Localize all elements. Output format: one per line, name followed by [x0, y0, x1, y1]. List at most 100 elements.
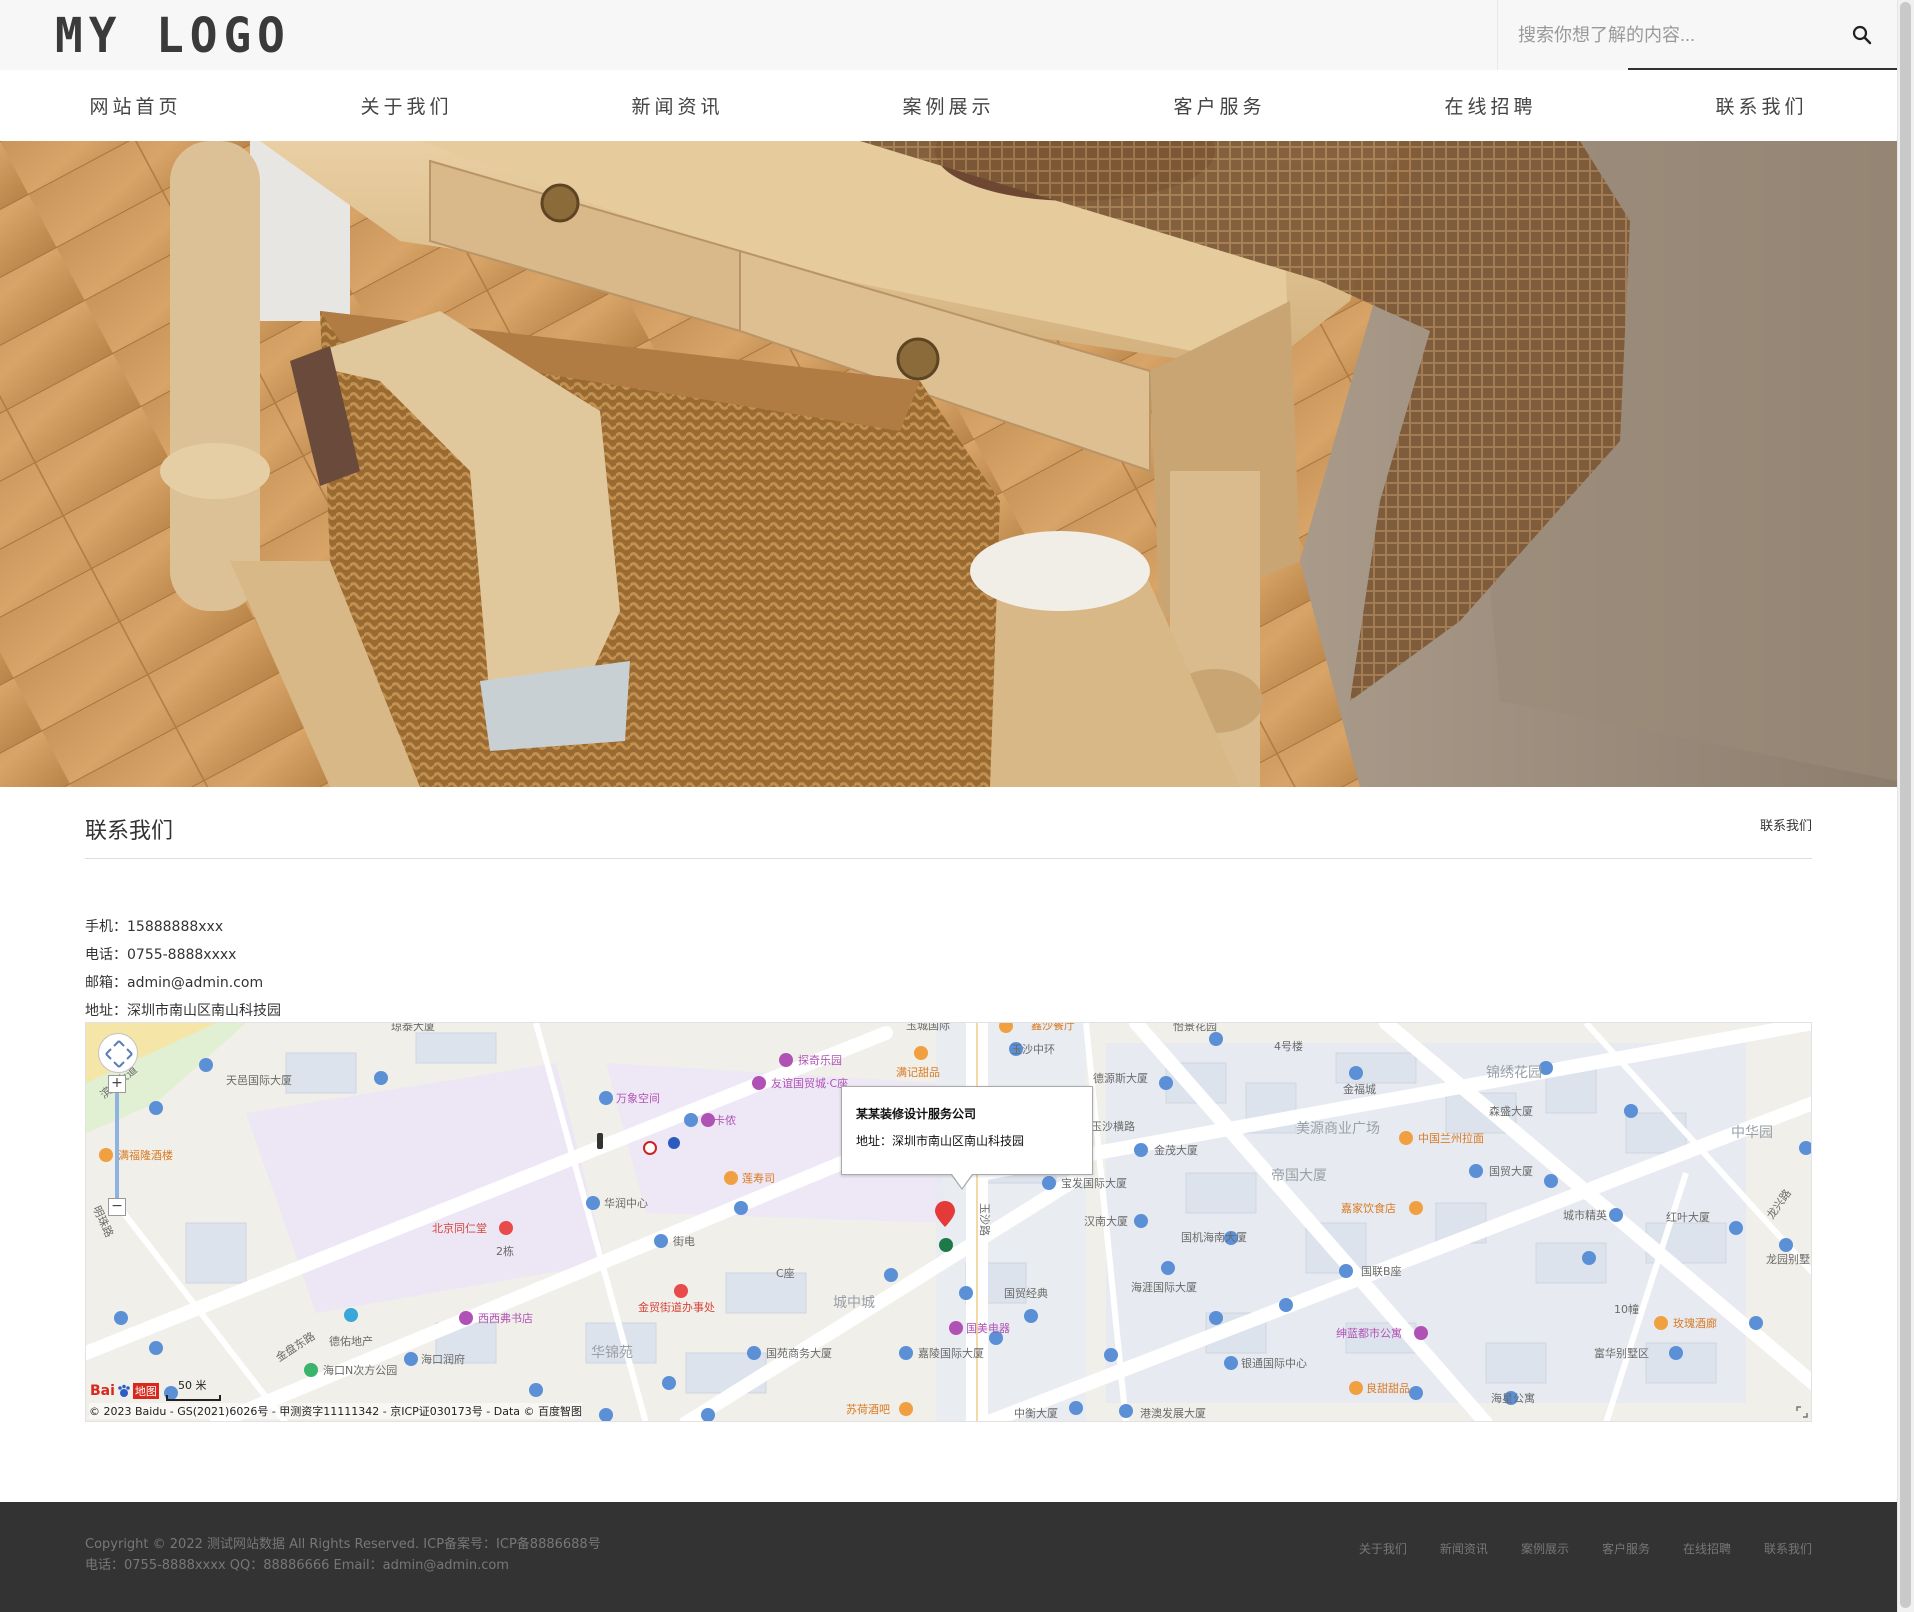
zoom-in-button[interactable]: + [108, 1075, 126, 1093]
paw-icon [118, 1384, 130, 1397]
map-label: 嘉陵国际大厦 [918, 1346, 984, 1360]
nav-item-service[interactable]: 客户服务 [1084, 70, 1355, 141]
map-label: 国机海南大厦 [1181, 1230, 1247, 1244]
popup-title: 某某装修设计服务公司 [856, 1107, 977, 1121]
search-button[interactable] [1827, 0, 1897, 70]
footer-nav: 关于我们 新闻资讯 案例展示 客户服务 在线招聘 联系我们 [1326, 1540, 1812, 1557]
map-label: 迪卡侬 [703, 1114, 736, 1127]
map-label: 森盛大厦 [1489, 1104, 1533, 1118]
footer: Copyright © 2022 测试网站数据 All Rights Reser… [0, 1502, 1897, 1612]
map-label: 红叶大厦 [1666, 1210, 1710, 1224]
map-label: 绅蓝都市公寓 [1336, 1326, 1402, 1340]
map-label: 汉南大厦 [1084, 1214, 1128, 1228]
search-input[interactable] [1498, 0, 1828, 70]
scrollbar[interactable] [1897, 0, 1914, 1612]
contact-phone: 电话：0755-8888xxxx [85, 947, 237, 963]
zoom-slider[interactable] [112, 1078, 122, 1208]
zoom-track [115, 1078, 119, 1208]
nav-item-cases[interactable]: 案例展示 [813, 70, 1084, 141]
map-label: 金茂大厦 [1154, 1143, 1198, 1157]
map-label: 海星公寓 [1491, 1391, 1535, 1405]
map-label: 港澳发展大厦 [1140, 1406, 1206, 1420]
map-label: 4号楼 [1274, 1039, 1303, 1053]
map-label: 帝国大厦 [1271, 1168, 1327, 1184]
contact-email: 邮箱：admin@admin.com [85, 975, 264, 991]
banner-image [0, 141, 1897, 787]
footer-info: Copyright © 2022 测试网站数据 All Rights Reser… [85, 1534, 601, 1576]
map-label: 华锦苑 [591, 1344, 633, 1361]
map-label: 10幢 [1614, 1302, 1639, 1316]
map-label: 玉沙路 [978, 1203, 991, 1236]
map-label: 琼泰大厦 [391, 1023, 435, 1033]
map-label: C座 [776, 1266, 795, 1280]
map-label: 莲寿司 [742, 1171, 775, 1185]
footer-link-service[interactable]: 客户服务 [1602, 1540, 1650, 1557]
map-label: 玉沙中环 [1011, 1043, 1055, 1056]
map-label: 苏荷酒吧 [846, 1403, 890, 1416]
map-copyright: © 2023 Baidu - GS(2021)6026号 - 甲测资字11111… [89, 1403, 583, 1419]
footer-link-cases[interactable]: 案例展示 [1521, 1540, 1569, 1557]
banner-photo [0, 141, 1897, 787]
map-label: 宝发国际大厦 [1061, 1176, 1127, 1190]
baidu-map[interactable]: 琼泰大厦 天邑国际大厦 万象空间 探奇乐园 友谊国贸城·C座 迪卡侬 满记甜品 … [85, 1022, 1812, 1422]
map-label: 玉沙横路 [1091, 1119, 1135, 1133]
map-label: 海口N次方公园 [323, 1363, 397, 1377]
site-logo[interactable]: MY LOGO [55, 7, 291, 64]
brand-map: 地图 [132, 1383, 159, 1399]
footer-copyright: Copyright © 2022 测试网站数据 All Rights Reser… [85, 1537, 601, 1552]
map-label: 美源商业广场 [1296, 1121, 1380, 1137]
map-label: 德源斯大厦 [1093, 1071, 1148, 1085]
map-label: 2栋 [496, 1244, 514, 1258]
map-label: 国联B座 [1361, 1264, 1402, 1278]
page: MY LOGO 网站首页 关于我们 新闻资讯 案例展示 客户服务 在线招聘 联系… [0, 0, 1898, 1612]
baidu-map-logo[interactable]: Bai 地图 [90, 1383, 159, 1399]
footer-link-about[interactable]: 关于我们 [1359, 1540, 1407, 1557]
main-nav: 网站首页 关于我们 新闻资讯 案例展示 客户服务 在线招聘 联系我们 [0, 70, 1897, 141]
nav-item-contact[interactable]: 联系我们 [1626, 70, 1897, 141]
contact-address: 地址：深圳市南山区南山科技园 [85, 1003, 281, 1019]
scrollbar-thumb[interactable] [1900, 2, 1911, 1608]
section-divider [85, 858, 1812, 859]
map-label: 嘉家饮食店 [1341, 1201, 1396, 1215]
nav-item-jobs[interactable]: 在线招聘 [1355, 70, 1626, 141]
nav-item-home[interactable]: 网站首页 [0, 70, 271, 141]
contact-list: 手机：15888888xxx 电话：0755-8888xxxx 邮箱：admin… [85, 913, 281, 1025]
map-label: 富华别墅区 [1594, 1346, 1649, 1360]
nav-item-news[interactable]: 新闻资讯 [542, 70, 813, 141]
map-label: 城市精英 [1563, 1208, 1607, 1222]
map-label: 海口润府 [421, 1352, 465, 1366]
map-label: 满记甜品 [896, 1066, 940, 1079]
zoom-out-button[interactable]: − [108, 1198, 126, 1216]
map-label: 玉城国际 [906, 1023, 950, 1032]
map-label: 鑫沙餐厅 [1031, 1023, 1075, 1032]
map-label: 城中城 [833, 1295, 875, 1311]
pan-arrows-icon [105, 1040, 133, 1068]
map-pan-control[interactable] [98, 1033, 138, 1073]
map-scale-text: 50 米 [178, 1379, 207, 1392]
map-label: 怡景花园 [1173, 1023, 1217, 1033]
map-label: 金福城 [1343, 1082, 1376, 1096]
footer-contact: 电话：0755-8888xxxx QQ：88886666 Email：admin… [85, 1558, 509, 1573]
footer-link-news[interactable]: 新闻资讯 [1440, 1540, 1488, 1557]
map-label: 中国兰州拉面 [1418, 1131, 1484, 1145]
map-label: 金贸街道办事处 [638, 1300, 715, 1314]
expand-icon[interactable] [1795, 1405, 1809, 1419]
map-label: 天邑国际大厦 [226, 1073, 292, 1087]
map-label: 龙园别墅 [1766, 1253, 1810, 1266]
nav-item-about[interactable]: 关于我们 [271, 70, 542, 141]
map-label: 万象空间 [616, 1091, 660, 1105]
map-label: 国美电器 [966, 1322, 1010, 1335]
map-label: 锦绣花园 [1486, 1064, 1542, 1081]
footer-link-contact[interactable]: 联系我们 [1764, 1540, 1812, 1557]
popup-address: 地址：深圳市南山区南山科技园 [856, 1134, 1025, 1148]
map-label: 中衡大厦 [1014, 1406, 1058, 1420]
map-canvas[interactable]: 琼泰大厦 天邑国际大厦 万象空间 探奇乐园 友谊国贸城·C座 迪卡侬 满记甜品 … [86, 1023, 1812, 1422]
map-label: 良甜甜品 [1366, 1381, 1410, 1395]
section-title: 联系我们 [85, 819, 174, 844]
breadcrumb[interactable]: 联系我们 [1760, 815, 1812, 834]
footer-link-jobs[interactable]: 在线招聘 [1683, 1540, 1731, 1557]
map-label: 德佑地产 [329, 1334, 373, 1348]
search-box [1497, 0, 1898, 70]
map-label: 国贸经典 [1004, 1286, 1048, 1300]
popup-tail [952, 1174, 972, 1188]
